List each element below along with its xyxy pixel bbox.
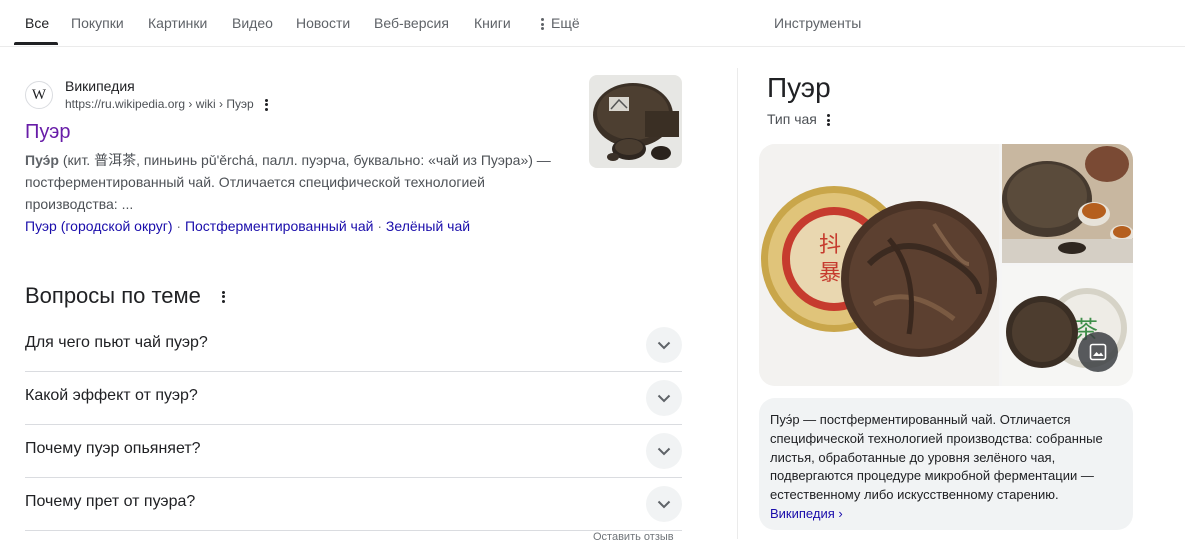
chevron-down-icon — [657, 341, 671, 349]
green-tea-cake-image[interactable]: 茶 — [1002, 266, 1133, 386]
knowledge-panel-subtitle-text: Тип чая — [767, 111, 817, 127]
sitelink-green-tea[interactable]: Зелёный чай — [386, 218, 470, 234]
expand-question-button[interactable] — [646, 433, 682, 469]
result-title-link[interactable]: Пуэр — [25, 121, 70, 144]
wikipedia-source-link[interactable]: Википедия › — [770, 506, 843, 521]
question-text: Какой эффект от пуэр? — [25, 387, 198, 404]
knowledge-panel-subtitle: Тип чая — [767, 111, 830, 128]
result-thumbnail[interactable] — [589, 75, 682, 168]
knowledge-panel-images: 抖 暴 茶 — [759, 144, 1133, 386]
question-text: Почему пуэр опьяняет? — [25, 440, 201, 457]
wikipedia-logo-icon[interactable]: W — [25, 81, 53, 109]
related-questions-title: Вопросы по теме — [25, 283, 201, 308]
result-options-icon[interactable] — [265, 97, 269, 112]
svg-text:抖: 抖 — [819, 233, 841, 258]
chevron-down-icon — [657, 500, 671, 508]
search-tabs-bar: Все Покупки Картинки Видео Новости Веб-в… — [0, 0, 1185, 47]
related-questions-options-icon[interactable] — [222, 289, 225, 304]
expand-question-button[interactable] — [646, 380, 682, 416]
question-item[interactable]: Почему прет от пуэра? — [25, 477, 682, 531]
sitelink-city[interactable]: Пуэр (городской округ) — [25, 218, 173, 234]
tab-news[interactable]: Новости — [296, 15, 350, 31]
sitelink-separator: · — [172, 218, 185, 234]
result-snippet: Пуэ́р (кит. 普洱茶, пиньинь pǔ'ěrchá, палл.… — [25, 149, 565, 215]
question-text: Для чего пьют чай пуэр? — [25, 334, 208, 351]
question-item[interactable]: Какой эффект от пуэр? — [25, 371, 682, 425]
knowledge-panel-description: Пуэ́р — постферментированный чай. Отлича… — [759, 398, 1133, 530]
source-url[interactable]: https://ru.wikipedia.org › wiki › Пуэр — [65, 97, 269, 112]
expand-question-button[interactable] — [646, 486, 682, 522]
tab-books[interactable]: Книги — [474, 15, 511, 31]
tea-ceremony-image[interactable] — [1002, 144, 1133, 263]
source-url-text: https://ru.wikipedia.org › wiki › Пуэр — [65, 97, 254, 111]
tab-more[interactable]: Ещё — [541, 15, 580, 32]
chevron-down-icon — [657, 447, 671, 455]
image-icon — [1089, 343, 1107, 361]
chevron-down-icon — [657, 394, 671, 402]
tab-shopping[interactable]: Покупки — [71, 15, 124, 31]
sitelinks: Пуэр (городской округ) · Постферментиров… — [25, 218, 470, 234]
question-item[interactable]: Для чего пьют чай пуэр? — [25, 318, 682, 372]
snippet-bold-term: Пуэ́р — [25, 152, 59, 168]
sitelink-separator: · — [373, 218, 386, 234]
tab-web[interactable]: Веб-версия — [374, 15, 449, 31]
feedback-link[interactable]: Оставить отзыв — [593, 531, 674, 543]
question-item[interactable]: Почему пуэр опьяняет? — [25, 424, 682, 478]
question-text: Почему прет от пуэра? — [25, 493, 196, 510]
tools-button[interactable]: Инструменты — [774, 15, 861, 31]
more-vert-icon — [541, 17, 544, 32]
description-text: Пуэ́р — постферментированный чай. Отлича… — [770, 412, 1103, 503]
panel-divider — [737, 68, 738, 539]
expand-question-button[interactable] — [646, 327, 682, 363]
tab-all[interactable]: Все — [25, 15, 49, 31]
tab-images[interactable]: Картинки — [148, 15, 207, 31]
snippet-text: (кит. 普洱茶, пиньинь pǔ'ěrchá, палл. пуэрч… — [25, 152, 551, 212]
knowledge-panel-title: Пуэр — [767, 72, 831, 103]
sitelink-post-fermented[interactable]: Постферментированный чай — [185, 218, 374, 234]
source-name[interactable]: Википедия — [65, 78, 135, 94]
open-gallery-button[interactable] — [1078, 332, 1118, 372]
pu-erh-cake-image[interactable]: 抖 暴 — [759, 144, 999, 386]
knowledge-panel-options-icon[interactable] — [826, 113, 830, 128]
tab-more-label: Ещё — [551, 15, 580, 31]
tab-videos[interactable]: Видео — [232, 15, 273, 31]
svg-text:暴: 暴 — [819, 261, 841, 286]
active-tab-indicator — [14, 42, 58, 45]
